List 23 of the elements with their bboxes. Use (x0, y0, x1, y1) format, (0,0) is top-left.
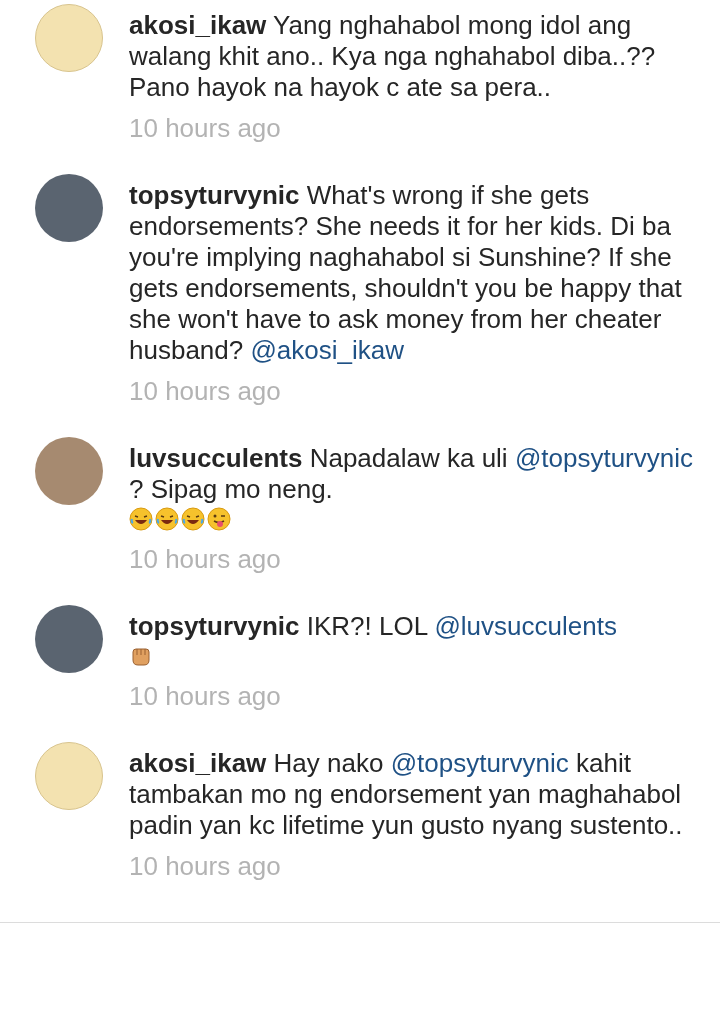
comment-text: topsyturvynic IKR?! LOL @luvsucculents (129, 610, 618, 642)
mention-link[interactable]: @topsyturvynic (390, 748, 569, 778)
comment-time: 10 hours ago (129, 376, 282, 407)
laughing-emoji-icon (155, 507, 179, 531)
comment-text: luvsucculents Napadalaw ka uli @topsyturvynic ? Sipag mo neng. (129, 442, 694, 505)
laughing-emoji-icon (129, 507, 153, 531)
comment-text: akosi_ikaw Hay nako @topsyturvynic kahit tambakan mo ng endorsement yan maghahabol padin yan kc lifetime yun gusto nyang sustento.. (129, 747, 684, 841)
mention-link[interactable]: @luvsucculents (434, 611, 617, 641)
winking-tongue-emoji-icon (207, 507, 231, 531)
comment-time: 10 hours ago (129, 113, 282, 144)
mention-link[interactable]: @akosi_ikaw (250, 335, 405, 365)
laughing-emoji-icon (181, 507, 205, 531)
comment-text: akosi_ikaw Yang nghahabol mong idol ang walang khit ano.. Kya nga nghahabol diba..?? Pano hayok na hayok c ate sa pera.. (129, 9, 657, 103)
username-link[interactable]: luvsucculents (129, 443, 303, 473)
mention-link[interactable]: @topsyturvynic (514, 443, 693, 473)
username-link[interactable]: topsyturvynic (129, 180, 300, 210)
username-link[interactable]: akosi_ikaw (129, 748, 267, 778)
username-link[interactable]: topsyturvynic (129, 611, 300, 641)
username-link[interactable]: akosi_ikaw (129, 10, 267, 40)
comment-time: 10 hours ago (129, 851, 282, 882)
comment-time: 10 hours ago (129, 681, 282, 712)
comment-time: 10 hours ago (129, 544, 282, 575)
comment-text: topsyturvynic What's wrong if she gets endorsements? She needs it for her kids. Di ba you're implying naghahabol si Sunshine? If she gets endorsements, shouldn't you be happy that she won't have to ask money from her cheater husband? @akosi_ikaw (129, 179, 683, 366)
